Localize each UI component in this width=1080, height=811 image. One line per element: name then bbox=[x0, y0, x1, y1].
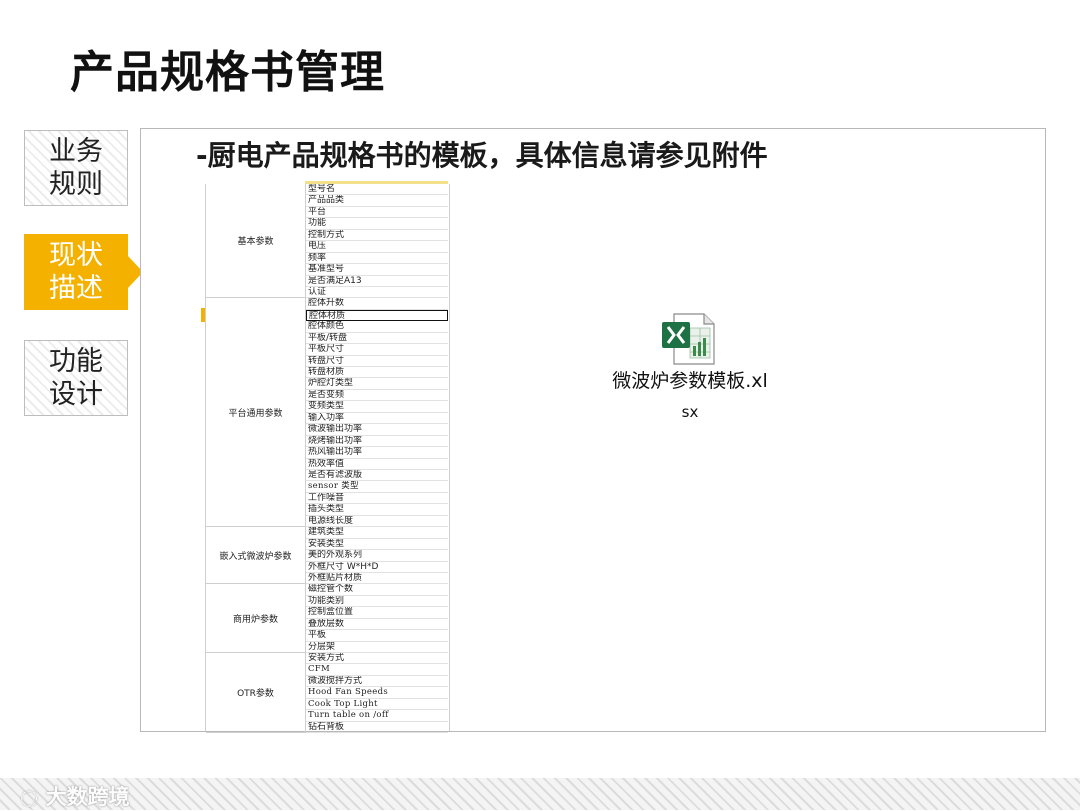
attachment-filename[interactable]: 微波炉参数模板.xl sx bbox=[600, 368, 780, 426]
sheet-row-cell: 微波搅拌方式 bbox=[306, 676, 448, 688]
sheet-row-cell: Cook Top Light bbox=[306, 699, 448, 711]
watermark-text: 大数跨境 bbox=[45, 785, 130, 809]
sheet-row-cell: 产品品类 bbox=[306, 195, 448, 207]
nav-item-function-design[interactable]: 功能 设计 bbox=[24, 340, 128, 416]
sheet-row-cell: 是否有滤波版 bbox=[306, 470, 448, 482]
sheet-category-cell: 基本参数 bbox=[206, 184, 306, 299]
sheet-row-cell: Hood Fan Speeds bbox=[306, 687, 448, 699]
nav-label-line2: 设计 bbox=[49, 379, 103, 410]
sheet-row-cell: Turn table on /off bbox=[306, 710, 448, 722]
sheet-row-cell: 分层架 bbox=[306, 642, 448, 654]
nav-item-current-status[interactable]: 现状 描述 bbox=[24, 234, 128, 310]
watermark-logo: ◌ 大数跨境 bbox=[20, 785, 130, 809]
sheet-category-cell: 商用炉参数 bbox=[206, 584, 306, 654]
nav-label-line2: 规则 bbox=[49, 169, 103, 200]
sheet-row-cell: 外框贴片材质 bbox=[306, 573, 448, 585]
sheet-row-cell: 烧烤输出功率 bbox=[306, 436, 448, 448]
sheet-row-cell: 插头类型 bbox=[306, 504, 448, 516]
sheet-row-cell: 电源线长度 bbox=[306, 516, 448, 528]
sheet-row-cell: 磁控管个数 bbox=[306, 584, 448, 596]
sheet-row-cell: 功能 bbox=[306, 218, 448, 230]
spreadsheet-screenshot: 基本参数 型号名 产品品类 平台 功能 控制方式 电压 频率 基准型号 是否满足A13 认证 平台通用… bbox=[205, 181, 450, 734]
sheet-row-cell: 频率 bbox=[306, 253, 448, 265]
sheet-row-cell: 腔体颜色 bbox=[306, 321, 448, 333]
sheet-row-cell: 电压 bbox=[306, 241, 448, 253]
sheet-category-cell: OTR参数 bbox=[206, 653, 306, 734]
sheet-row-cell: 腔体材质 bbox=[306, 309, 448, 322]
sheet-row-cell: 外框尺寸 W*H*D bbox=[306, 562, 448, 573]
excel-file-icon[interactable] bbox=[660, 312, 716, 366]
sheet-row-cell: sensor 类型 bbox=[306, 481, 448, 493]
sheet-row-cell: 工作噪音 bbox=[306, 493, 448, 505]
sheet-row-cell: 炉腔灯类型 bbox=[306, 378, 448, 390]
sheet-row-cell: 微波输出功率 bbox=[306, 424, 448, 436]
nav-item-label: 功能 设计 bbox=[49, 345, 103, 411]
nav-label-line1: 业务 bbox=[49, 136, 103, 167]
nav-item-business-rules[interactable]: 业务 规则 bbox=[24, 130, 128, 206]
nav-label-line1: 功能 bbox=[49, 346, 103, 377]
sheet-row-cell: 美的外观系列 bbox=[306, 550, 448, 562]
page-title: 产品规格书管理 bbox=[70, 47, 385, 98]
sheet-row-cell: 控制盒位置 bbox=[306, 607, 448, 619]
nav-item-label: 现状 描述 bbox=[49, 239, 103, 305]
sheet-row-cell: 是否变频 bbox=[306, 390, 448, 402]
sheet-row-cell: 平台 bbox=[306, 207, 448, 219]
footer-band bbox=[0, 778, 1080, 810]
sheet-row-cell: 功能类别 bbox=[306, 596, 448, 608]
sheet-category-cell: 嵌入式微波炉参数 bbox=[206, 527, 306, 585]
sheet-category-cell: 平台通用参数 bbox=[206, 298, 306, 528]
sheet-row-cell: 基准型号 bbox=[306, 264, 448, 276]
nav-label-line2: 描述 bbox=[49, 273, 103, 304]
sheet-grid: 基本参数 型号名 产品品类 平台 功能 控制方式 电压 频率 基准型号 是否满足A13 认证 平台通用… bbox=[205, 184, 450, 734]
sheet-row-cell: 建筑类型 bbox=[306, 527, 448, 539]
sheet-row-cell: 控制方式 bbox=[306, 230, 448, 242]
sheet-row-cell: 热效率值 bbox=[306, 459, 448, 470]
sheet-row-cell: 叠放层数 bbox=[306, 619, 448, 631]
nav-label-line1: 现状 bbox=[49, 240, 103, 271]
attachment-filename-line2: sx bbox=[681, 403, 699, 421]
attachment-filename-line1: 微波炉参数模板.xl bbox=[612, 370, 768, 392]
sheet-row-cell: 转盘材质 bbox=[306, 367, 448, 379]
sheet-row-cell: 平板/转盘 bbox=[306, 333, 448, 345]
sheet-row-cell: 钻石背板 bbox=[306, 722, 448, 734]
sheet-row-cell: 型号名 bbox=[306, 184, 448, 196]
sheet-row-cell: 转盘尺寸 bbox=[306, 356, 448, 368]
sheet-row-cell: 变频类型 bbox=[306, 401, 448, 413]
sheet-row-cell: CFM bbox=[306, 664, 448, 676]
panel-heading: -厨电产品规格书的模板，具体信息请参见附件 bbox=[196, 139, 768, 172]
sheet-row-cell: 输入功率 bbox=[306, 413, 448, 425]
sheet-row-cell: 平板 bbox=[306, 630, 448, 642]
sheet-row-cell: 安装类型 bbox=[306, 539, 448, 551]
sheet-row-cell: 安装方式 bbox=[306, 653, 448, 665]
sheet-row-cell: 认证 bbox=[306, 287, 448, 299]
sheet-row-cell: 平板尺寸 bbox=[306, 344, 448, 356]
nav-item-label: 业务 规则 bbox=[49, 135, 103, 201]
sheet-row-cell: 热风输出功率 bbox=[306, 447, 448, 459]
sheet-row-cell: 是否满足A13 bbox=[306, 276, 448, 287]
sheet-row-cell: 腔体升数 bbox=[306, 298, 448, 310]
